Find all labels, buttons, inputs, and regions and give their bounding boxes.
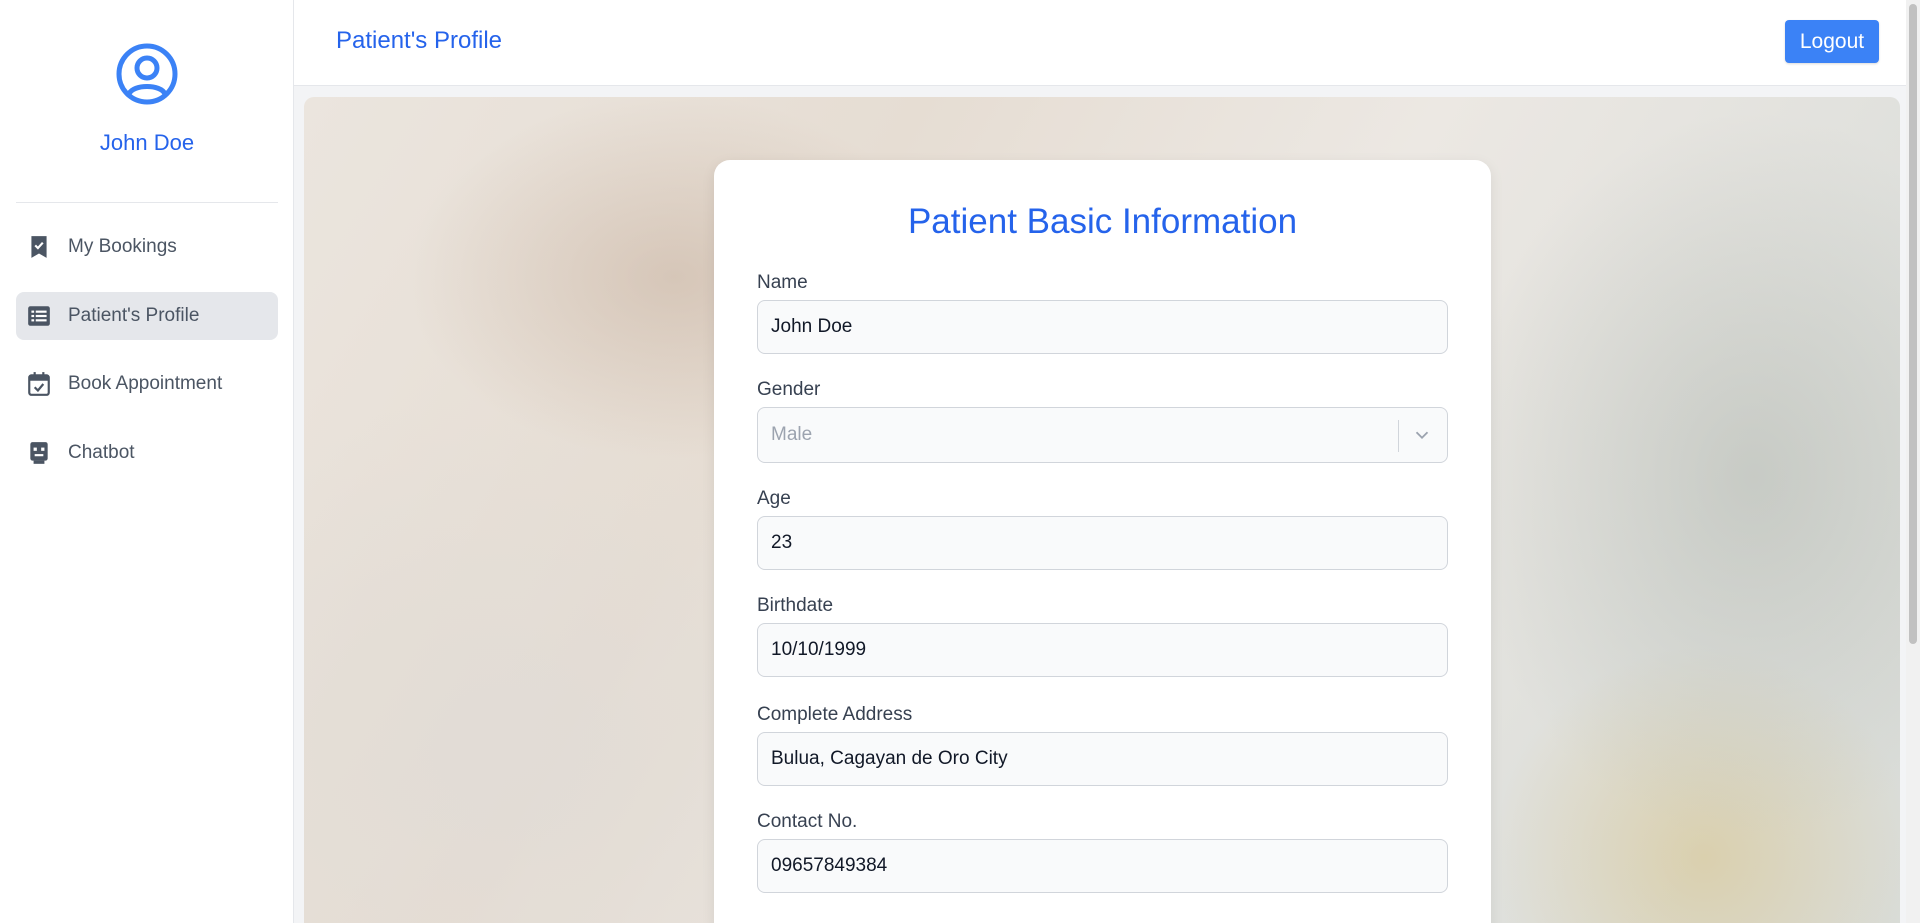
age-field-group: Age 23 [757, 488, 1448, 570]
user-circle-icon [116, 43, 178, 105]
sidebar-item-chatbot[interactable]: Chatbot [16, 429, 278, 477]
sidebar-divider [16, 202, 278, 203]
name-input[interactable]: John Doe [757, 300, 1448, 354]
calendar-check-icon [26, 371, 52, 397]
name-label: Name [757, 272, 808, 293]
chevron-down-icon [1415, 431, 1429, 440]
patient-info-card: Patient Basic Information Name John Doe … [714, 160, 1491, 923]
logout-button[interactable]: Logout [1785, 20, 1879, 63]
name-field-group: Name John Doe [757, 272, 1448, 354]
form-title: Patient Basic Information [907, 202, 1298, 241]
sidebar-item-label: Chatbot [68, 441, 135, 463]
gender-select-value: Male [771, 424, 813, 445]
app-root: John Doe My Bookings Patient's Profile B… [0, 0, 1920, 923]
birthdate-field-group: Birthdate 10/10/1999 [757, 595, 1448, 677]
gender-label: Gender [757, 379, 821, 400]
contact-field-group: Contact No. 09657849384 [757, 811, 1448, 893]
address-field-group: Complete Address Bulua, Cagayan de Oro C… [757, 704, 1448, 786]
scrollbar-thumb[interactable] [1909, 4, 1917, 644]
robot-icon [26, 440, 52, 466]
avatar-container [0, 42, 294, 111]
sidebar-item-my-bookings[interactable]: My Bookings [16, 223, 278, 271]
sidebar: John Doe My Bookings Patient's Profile B… [0, 0, 294, 923]
top-header: Patient's Profile Logout [294, 0, 1920, 86]
sidebar-item-label: My Bookings [68, 236, 177, 257]
address-input[interactable]: Bulua, Cagayan de Oro City [757, 732, 1448, 786]
sidebar-item-patients-profile[interactable]: Patient's Profile [16, 291, 278, 340]
select-separator [1398, 420, 1399, 452]
birthdate-label: Birthdate [757, 595, 834, 616]
page-title: Patient's Profile [336, 27, 502, 54]
sidebar-user-name: John Doe [99, 130, 195, 155]
page-scrollbar[interactable] [1906, 0, 1920, 923]
birthdate-input[interactable]: 10/10/1999 [757, 623, 1448, 677]
age-label: Age [757, 488, 791, 509]
sidebar-nav: My Bookings Patient's Profile Book Appoi… [16, 223, 278, 497]
contact-label: Contact No. [757, 811, 858, 832]
bookmark-check-icon [26, 234, 52, 260]
contact-input[interactable]: 09657849384 [757, 839, 1448, 893]
sidebar-item-book-appointment[interactable]: Book Appointment [16, 360, 278, 408]
address-label: Complete Address [757, 704, 913, 725]
gender-field-group: Gender Male [757, 379, 1448, 463]
gender-select[interactable]: Male [757, 407, 1448, 463]
age-input[interactable]: 23 [757, 516, 1448, 570]
sidebar-item-label: Patient's Profile [68, 304, 200, 326]
sidebar-item-label: Book Appointment [68, 373, 223, 394]
list-icon [26, 303, 52, 329]
